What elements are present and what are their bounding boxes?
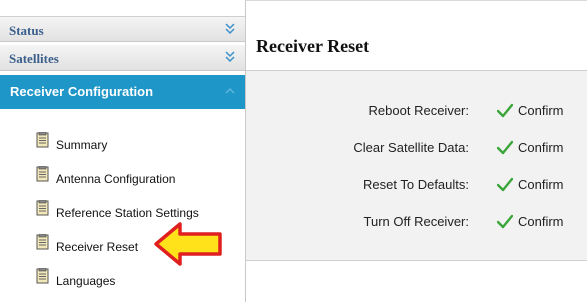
sidebar-section-label: Receiver Configuration bbox=[10, 84, 154, 99]
reset-row-label: Reboot Receiver: bbox=[368, 103, 469, 118]
chevron-up-icon bbox=[225, 87, 235, 94]
double-chevron-down-icon bbox=[225, 23, 235, 35]
reset-row-clear-satellite-data: Clear Satellite Data: Confirm bbox=[246, 136, 587, 160]
checkmark-icon[interactable] bbox=[497, 177, 513, 192]
document-icon bbox=[36, 132, 49, 148]
sidebar-section-receiver-configuration[interactable]: Receiver Configuration bbox=[0, 75, 245, 109]
top-border bbox=[246, 0, 587, 9]
main-panel: Receiver Reset Reboot Receiver: Confirm … bbox=[246, 0, 587, 302]
double-chevron-down-icon bbox=[225, 51, 235, 63]
confirm-button[interactable]: Confirm bbox=[518, 177, 564, 192]
sidebar-item-list: Summary Antenna Configuration Reference … bbox=[0, 126, 245, 296]
reset-options-panel: Reboot Receiver: Confirm Clear Satellite… bbox=[246, 71, 587, 260]
reset-row-label: Turn Off Receiver: bbox=[363, 214, 469, 229]
sidebar-item-label: Languages bbox=[56, 274, 116, 288]
sidebar-item-label: Receiver Reset bbox=[56, 240, 139, 254]
arrow-left-icon bbox=[154, 222, 222, 266]
sidebar-section-label: Satellites bbox=[9, 51, 59, 66]
document-icon bbox=[36, 268, 49, 284]
document-icon bbox=[36, 166, 49, 182]
reset-row-turn-off-receiver: Turn Off Receiver: Confirm bbox=[246, 210, 587, 234]
reset-row-label: Clear Satellite Data: bbox=[353, 140, 469, 155]
sidebar-item-label: Summary bbox=[56, 138, 108, 152]
document-icon bbox=[36, 234, 49, 250]
checkmark-icon[interactable] bbox=[497, 140, 513, 155]
confirm-button[interactable]: Confirm bbox=[518, 140, 564, 155]
sidebar: Status Satellites Receiver Configuration bbox=[0, 0, 246, 302]
sidebar-item-label: Antenna Configuration bbox=[56, 172, 176, 186]
checkmark-icon[interactable] bbox=[497, 214, 513, 229]
sidebar-item-label: Reference Station Settings bbox=[56, 206, 199, 220]
reset-row-reset-to-defaults: Reset To Defaults: Confirm bbox=[246, 173, 587, 197]
sidebar-item-antenna-configuration[interactable]: Antenna Configuration bbox=[0, 160, 245, 194]
checkmark-icon[interactable] bbox=[497, 103, 513, 118]
reset-row-label: Reset To Defaults: bbox=[363, 177, 469, 192]
confirm-button[interactable]: Confirm bbox=[518, 103, 564, 118]
sidebar-section-satellites[interactable]: Satellites bbox=[0, 45, 245, 71]
sidebar-section-label: Status bbox=[9, 23, 44, 38]
sidebar-item-summary[interactable]: Summary bbox=[0, 126, 245, 160]
reset-row-reboot: Reboot Receiver: Confirm bbox=[246, 99, 587, 123]
page-title: Receiver Reset bbox=[256, 36, 370, 56]
document-icon bbox=[36, 200, 49, 216]
confirm-button[interactable]: Confirm bbox=[518, 214, 564, 229]
sidebar-section-status[interactable]: Status bbox=[0, 16, 245, 42]
divider bbox=[246, 260, 587, 261]
